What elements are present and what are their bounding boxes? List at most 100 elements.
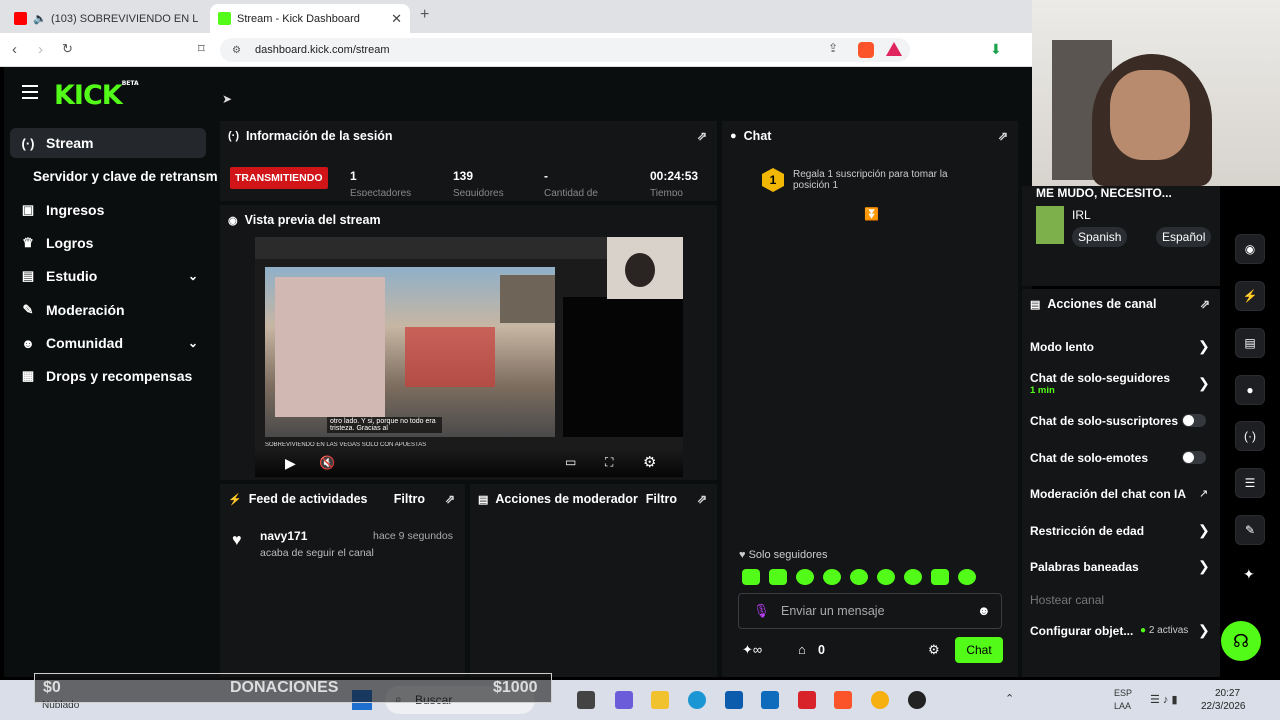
- microphone-icon[interactable]: 🎙: [753, 603, 770, 619]
- sidebar-item-stream[interactable]: (·) Stream: [10, 128, 206, 158]
- bookmark-icon[interactable]: ⌑: [198, 41, 205, 57]
- clock-date[interactable]: 22/3/2026: [1201, 701, 1246, 712]
- filter-button[interactable]: Filtro: [394, 492, 425, 506]
- gift-leaderboard-text[interactable]: Regala 1 suscripción para tomar la posic…: [793, 169, 983, 191]
- copilot-icon[interactable]: [615, 691, 633, 709]
- action-age-restriction[interactable]: Restricción de edad: [1030, 524, 1144, 538]
- brave-rewards-icon[interactable]: [886, 42, 902, 56]
- taskview-icon[interactable]: [577, 691, 595, 709]
- lang-code[interactable]: ESP: [1114, 688, 1132, 698]
- mute-icon[interactable]: 🔇: [319, 455, 335, 471]
- lang-layout[interactable]: LAA: [1114, 701, 1131, 711]
- menu-icon[interactable]: [22, 85, 38, 103]
- emote-icon[interactable]: [877, 569, 895, 585]
- clock-time[interactable]: 20:27: [1215, 688, 1240, 699]
- activity-user[interactable]: navy171: [260, 529, 307, 543]
- emote-icon[interactable]: [850, 569, 868, 585]
- sidebar-item-drops[interactable]: ▦ Drops y recompensas: [10, 361, 206, 391]
- brave-icon[interactable]: [834, 691, 852, 709]
- fullscreen-icon[interactable]: ⛶: [605, 455, 613, 470]
- rail-broadcast-button[interactable]: (·): [1235, 421, 1265, 451]
- chevron-down-icon[interactable]: ⌄: [188, 269, 198, 283]
- obs-icon[interactable]: [908, 691, 926, 709]
- forward-icon[interactable]: ›: [38, 41, 43, 58]
- sidebar-item-logros[interactable]: ♛ Logros: [10, 228, 206, 258]
- store-icon[interactable]: [725, 691, 743, 709]
- popout-icon[interactable]: ⇗: [998, 129, 1008, 143]
- popout-icon[interactable]: ⇗: [697, 129, 707, 143]
- emote-icon[interactable]: [823, 569, 841, 585]
- filter-button[interactable]: Filtro: [646, 492, 677, 506]
- reload-icon[interactable]: ↻: [62, 41, 73, 57]
- emote-icon[interactable]: [796, 569, 814, 585]
- action-slow-mode[interactable]: Modo lento: [1030, 340, 1094, 354]
- rail-layout-button[interactable]: ☰: [1235, 468, 1265, 498]
- chat-send-button[interactable]: Chat: [955, 637, 1003, 663]
- chevron-up-icon[interactable]: ⌃: [1005, 692, 1014, 705]
- subs-only-toggle[interactable]: [1182, 414, 1206, 427]
- pip-icon[interactable]: ▭: [565, 455, 576, 469]
- speaker-icon[interactable]: 🔈: [33, 12, 47, 25]
- emote-icon[interactable]: [931, 569, 949, 585]
- sidebar-item-estudio[interactable]: ▤ Estudio ⌄: [10, 261, 206, 291]
- site-info-icon[interactable]: ⚙: [232, 45, 241, 56]
- kick-logo-icon[interactable]: ✦: [1243, 566, 1255, 583]
- sidebar-item-server-key[interactable]: Servidor y clave de retransm: [25, 161, 225, 191]
- category-thumbnail[interactable]: [1036, 206, 1064, 244]
- rail-wrench-button[interactable]: ✎: [1235, 515, 1265, 545]
- share-icon[interactable]: ⇪: [828, 41, 838, 55]
- brave-shield-icon[interactable]: [858, 42, 874, 58]
- wps-icon[interactable]: [798, 691, 816, 709]
- action-ai-moderation[interactable]: Moderación del chat con IA: [1030, 487, 1186, 501]
- stream-category[interactable]: IRL: [1072, 208, 1091, 222]
- emote-icon[interactable]: [742, 569, 760, 585]
- emote-icon[interactable]: [958, 569, 976, 585]
- infinity-icon[interactable]: ✦∞: [742, 642, 762, 658]
- tag-chip[interactable]: Español: [1156, 227, 1212, 247]
- emote-icon[interactable]: [769, 569, 787, 585]
- rail-camera-button[interactable]: ◉: [1235, 234, 1265, 264]
- download-icon[interactable]: ⬇: [990, 41, 1002, 58]
- tag-chip[interactable]: Spanish: [1072, 227, 1128, 247]
- chevron-right-icon[interactable]: ❯: [1198, 338, 1210, 355]
- url-field[interactable]: ⚙ dashboard.kick.com/stream: [220, 38, 910, 62]
- rail-notes-button[interactable]: ▤: [1235, 328, 1265, 358]
- folder-icon[interactable]: [651, 691, 669, 709]
- action-goals[interactable]: Configurar objet...: [1030, 624, 1133, 638]
- stream-video-player[interactable]: otro lado. Y si, porque no todo era tris…: [255, 237, 683, 477]
- store-icon[interactable]: ⌂: [798, 642, 806, 657]
- popout-icon[interactable]: ⇗: [697, 492, 707, 506]
- sidebar-item-ingresos[interactable]: ▣ Ingresos: [10, 195, 206, 225]
- emoji-icon[interactable]: ☻: [977, 603, 991, 618]
- chevron-right-icon[interactable]: ❯: [1198, 622, 1210, 639]
- back-icon[interactable]: ‹: [12, 41, 17, 58]
- chat-message-input[interactable]: 🎙 Enviar un mensaje ☻: [738, 593, 1002, 629]
- rail-chat-button[interactable]: ●: [1235, 375, 1265, 405]
- edge-icon[interactable]: [688, 691, 706, 709]
- gear-icon[interactable]: ⚙: [928, 642, 940, 658]
- external-link-icon[interactable]: ↗: [1199, 487, 1208, 500]
- sidebar-item-moderacion[interactable]: ✎ Moderación: [10, 295, 206, 325]
- play-icon[interactable]: ▶: [285, 455, 296, 472]
- chevron-right-icon[interactable]: ❯: [1198, 522, 1210, 539]
- chevron-right-icon[interactable]: ❯: [1198, 558, 1210, 575]
- chevron-down-icon[interactable]: ⌄: [188, 336, 198, 350]
- popout-icon[interactable]: ⇗: [445, 492, 455, 506]
- rail-bolt-button[interactable]: ⚡: [1235, 281, 1265, 311]
- wifi-icon[interactable]: ☰ ♪ ▮: [1150, 693, 1178, 706]
- sidebar-item-comunidad[interactable]: ☻ Comunidad ⌄: [10, 328, 206, 358]
- emote-icon[interactable]: [904, 569, 922, 585]
- close-icon[interactable]: ✕: [391, 11, 402, 27]
- browser-tab-kick[interactable]: Stream - Kick Dashboard ✕: [210, 4, 410, 33]
- popout-icon[interactable]: ⇗: [1200, 297, 1210, 311]
- chevron-right-icon[interactable]: ❯: [1198, 375, 1210, 392]
- new-tab-button[interactable]: +: [420, 6, 429, 24]
- browser-tab-youtube[interactable]: 🔈 (103) SOBREVIVIENDO EN LAS VE: [6, 4, 206, 33]
- action-followers-only[interactable]: Chat de solo-seguidores: [1030, 371, 1170, 385]
- emotes-only-toggle[interactable]: [1182, 451, 1206, 464]
- app-icon[interactable]: [871, 691, 889, 709]
- outlook-icon[interactable]: [761, 691, 779, 709]
- support-headset-icon[interactable]: ☊: [1221, 621, 1261, 661]
- action-banned-words[interactable]: Palabras baneadas: [1030, 560, 1139, 574]
- kick-logo[interactable]: KICKBETA: [54, 80, 139, 111]
